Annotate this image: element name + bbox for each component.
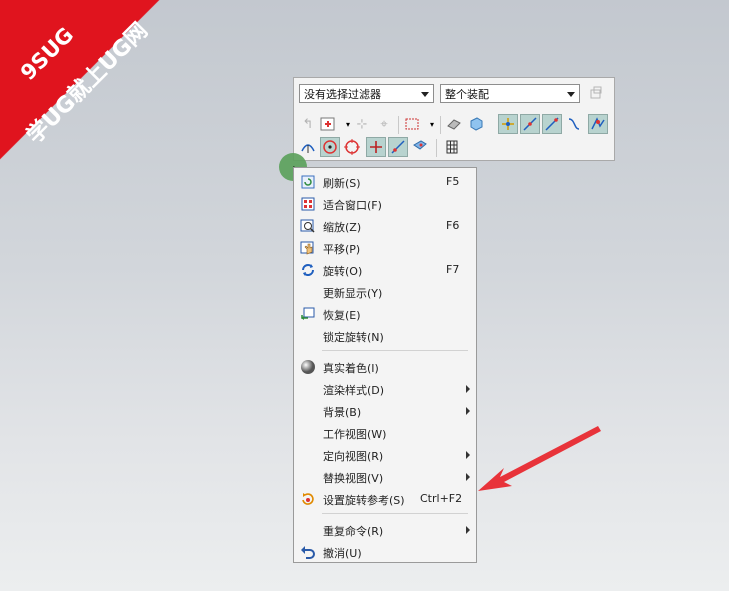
annotation-arrow-icon <box>478 426 601 491</box>
snap-intersection-icon[interactable] <box>588 114 608 134</box>
undo-icon <box>301 546 315 559</box>
set-rotate-ref-icon <box>302 493 314 505</box>
snap-endpoint-icon[interactable] <box>498 114 518 134</box>
menu-item-label: 旋转(O) <box>323 265 363 278</box>
menu-item-shortcut: F7 <box>446 263 460 276</box>
snap-line-icon[interactable] <box>542 114 562 134</box>
menu-item-repeat-command[interactable]: 重复命令(R) <box>294 519 476 541</box>
view-context-menu: 刷新(S) F5 适合窗口(F) 缩放(Z) F6 平移(P) 旋转(O) F7… <box>293 167 477 563</box>
snap-existing-point-icon[interactable] <box>366 137 386 157</box>
toolbar-separator <box>440 116 441 134</box>
menu-separator <box>322 350 468 351</box>
type-filter-dropdown[interactable]: 没有选择过滤器 <box>299 84 434 103</box>
menu-item-render-style[interactable]: 渲染样式(D) <box>294 378 476 400</box>
menu-item-work-view[interactable]: 工作视图(W) <box>294 422 476 444</box>
restore-icon <box>301 307 315 320</box>
menu-item-rotate[interactable]: 旋转(O) F7 <box>294 259 476 281</box>
menu-item-label: 背景(B) <box>323 406 362 419</box>
menu-item-background[interactable]: 背景(B) <box>294 400 476 422</box>
submenu-arrow-icon <box>466 385 470 393</box>
menu-item-label: 重复命令(R) <box>323 525 384 538</box>
menu-item-label: 更新显示(Y) <box>323 287 383 300</box>
type-filter-value: 没有选择过滤器 <box>304 88 381 101</box>
fit-window-icon <box>301 197 315 211</box>
menu-item-label: 替换视图(V) <box>323 472 384 485</box>
menu-item-label: 设置旋转参考(S) <box>323 494 405 507</box>
toolbar-separator <box>436 139 437 157</box>
curve-icon[interactable] <box>564 114 584 134</box>
menu-item-shortcut: F5 <box>446 175 460 188</box>
menu-item-undo[interactable]: 撤消(U) <box>294 541 476 563</box>
menu-item-update-display[interactable]: 更新显示(Y) <box>294 281 476 303</box>
select-face-icon[interactable] <box>466 114 486 134</box>
snap-midpoint-icon[interactable] <box>520 114 540 134</box>
menu-item-label: 工作视图(W) <box>323 428 387 441</box>
snap-arc-center-icon[interactable] <box>320 137 340 157</box>
true-shading-icon <box>301 360 315 374</box>
menu-item-label: 锁定旋转(N) <box>323 331 384 344</box>
menu-item-label: 缩放(Z) <box>323 221 362 234</box>
menu-item-label: 渲染样式(D) <box>323 384 385 397</box>
menu-item-set-rotation-reference[interactable]: 设置旋转参考(S) Ctrl+F2 <box>294 488 476 510</box>
undo-selection-icon[interactable]: ↰ <box>298 114 318 134</box>
menu-item-shortcut: F6 <box>446 219 460 232</box>
menu-item-label: 真实着色(I) <box>323 362 379 375</box>
menu-item-label: 适合窗口(F) <box>323 199 382 212</box>
zoom-icon <box>300 219 315 233</box>
assembly-filter-icon[interactable] <box>586 83 606 103</box>
menu-item-fit-window[interactable]: 适合窗口(F) <box>294 193 476 215</box>
menu-item-refresh[interactable]: 刷新(S) F5 <box>294 171 476 193</box>
chevron-down-icon <box>567 92 575 97</box>
menu-item-label: 撤消(U) <box>323 547 362 560</box>
rotate-icon <box>302 264 314 276</box>
dropdown-small-icon[interactable]: ▾ <box>422 114 442 134</box>
toolbar-separator <box>398 116 399 134</box>
refresh-icon <box>301 175 315 189</box>
selection-scope-value: 整个装配 <box>445 88 489 101</box>
menu-item-pan[interactable]: 平移(P) <box>294 237 476 259</box>
pan-icon <box>300 241 314 255</box>
menu-item-lock-rotation[interactable]: 锁定旋转(N) <box>294 325 476 347</box>
select-features-icon[interactable] <box>318 114 338 134</box>
menu-item-restore[interactable]: 恢复(E) <box>294 303 476 325</box>
select-body-icon[interactable] <box>444 114 464 134</box>
menu-item-shortcut: Ctrl+F2 <box>420 492 463 505</box>
menu-item-zoom[interactable]: 缩放(Z) F6 <box>294 215 476 237</box>
selection-toolbar: 没有选择过滤器 整个装配 ↰ ▾ ⊹ ⌖ ▾ <box>293 77 615 161</box>
menu-item-label: 刷新(S) <box>323 177 361 190</box>
grid-icon[interactable] <box>442 137 462 157</box>
menu-item-label: 平移(P) <box>323 243 361 256</box>
snap-point-on-curve-icon[interactable] <box>388 137 408 157</box>
snap-arc-icon[interactable] <box>298 137 318 157</box>
chevron-down-icon <box>421 92 429 97</box>
menu-item-label: 恢复(E) <box>323 309 361 322</box>
menu-item-label: 定向视图(R) <box>323 450 384 463</box>
rectangle-select-icon[interactable] <box>402 114 422 134</box>
snap-point-icon[interactable]: ⊹ <box>352 114 372 134</box>
selection-scope-dropdown[interactable]: 整个装配 <box>440 84 580 103</box>
submenu-arrow-icon <box>466 526 470 534</box>
snap-quadrant-icon[interactable] <box>342 137 362 157</box>
menu-item-orient-view[interactable]: 定向视图(R) <box>294 444 476 466</box>
snap-point-on-face-icon[interactable] <box>410 137 430 157</box>
submenu-arrow-icon <box>466 407 470 415</box>
menu-item-replace-view[interactable]: 替换视图(V) <box>294 466 476 488</box>
select-component-icon[interactable]: ⌖ <box>374 114 394 134</box>
menu-separator <box>322 513 468 514</box>
menu-item-true-shading[interactable]: 真实着色(I) <box>294 356 476 378</box>
